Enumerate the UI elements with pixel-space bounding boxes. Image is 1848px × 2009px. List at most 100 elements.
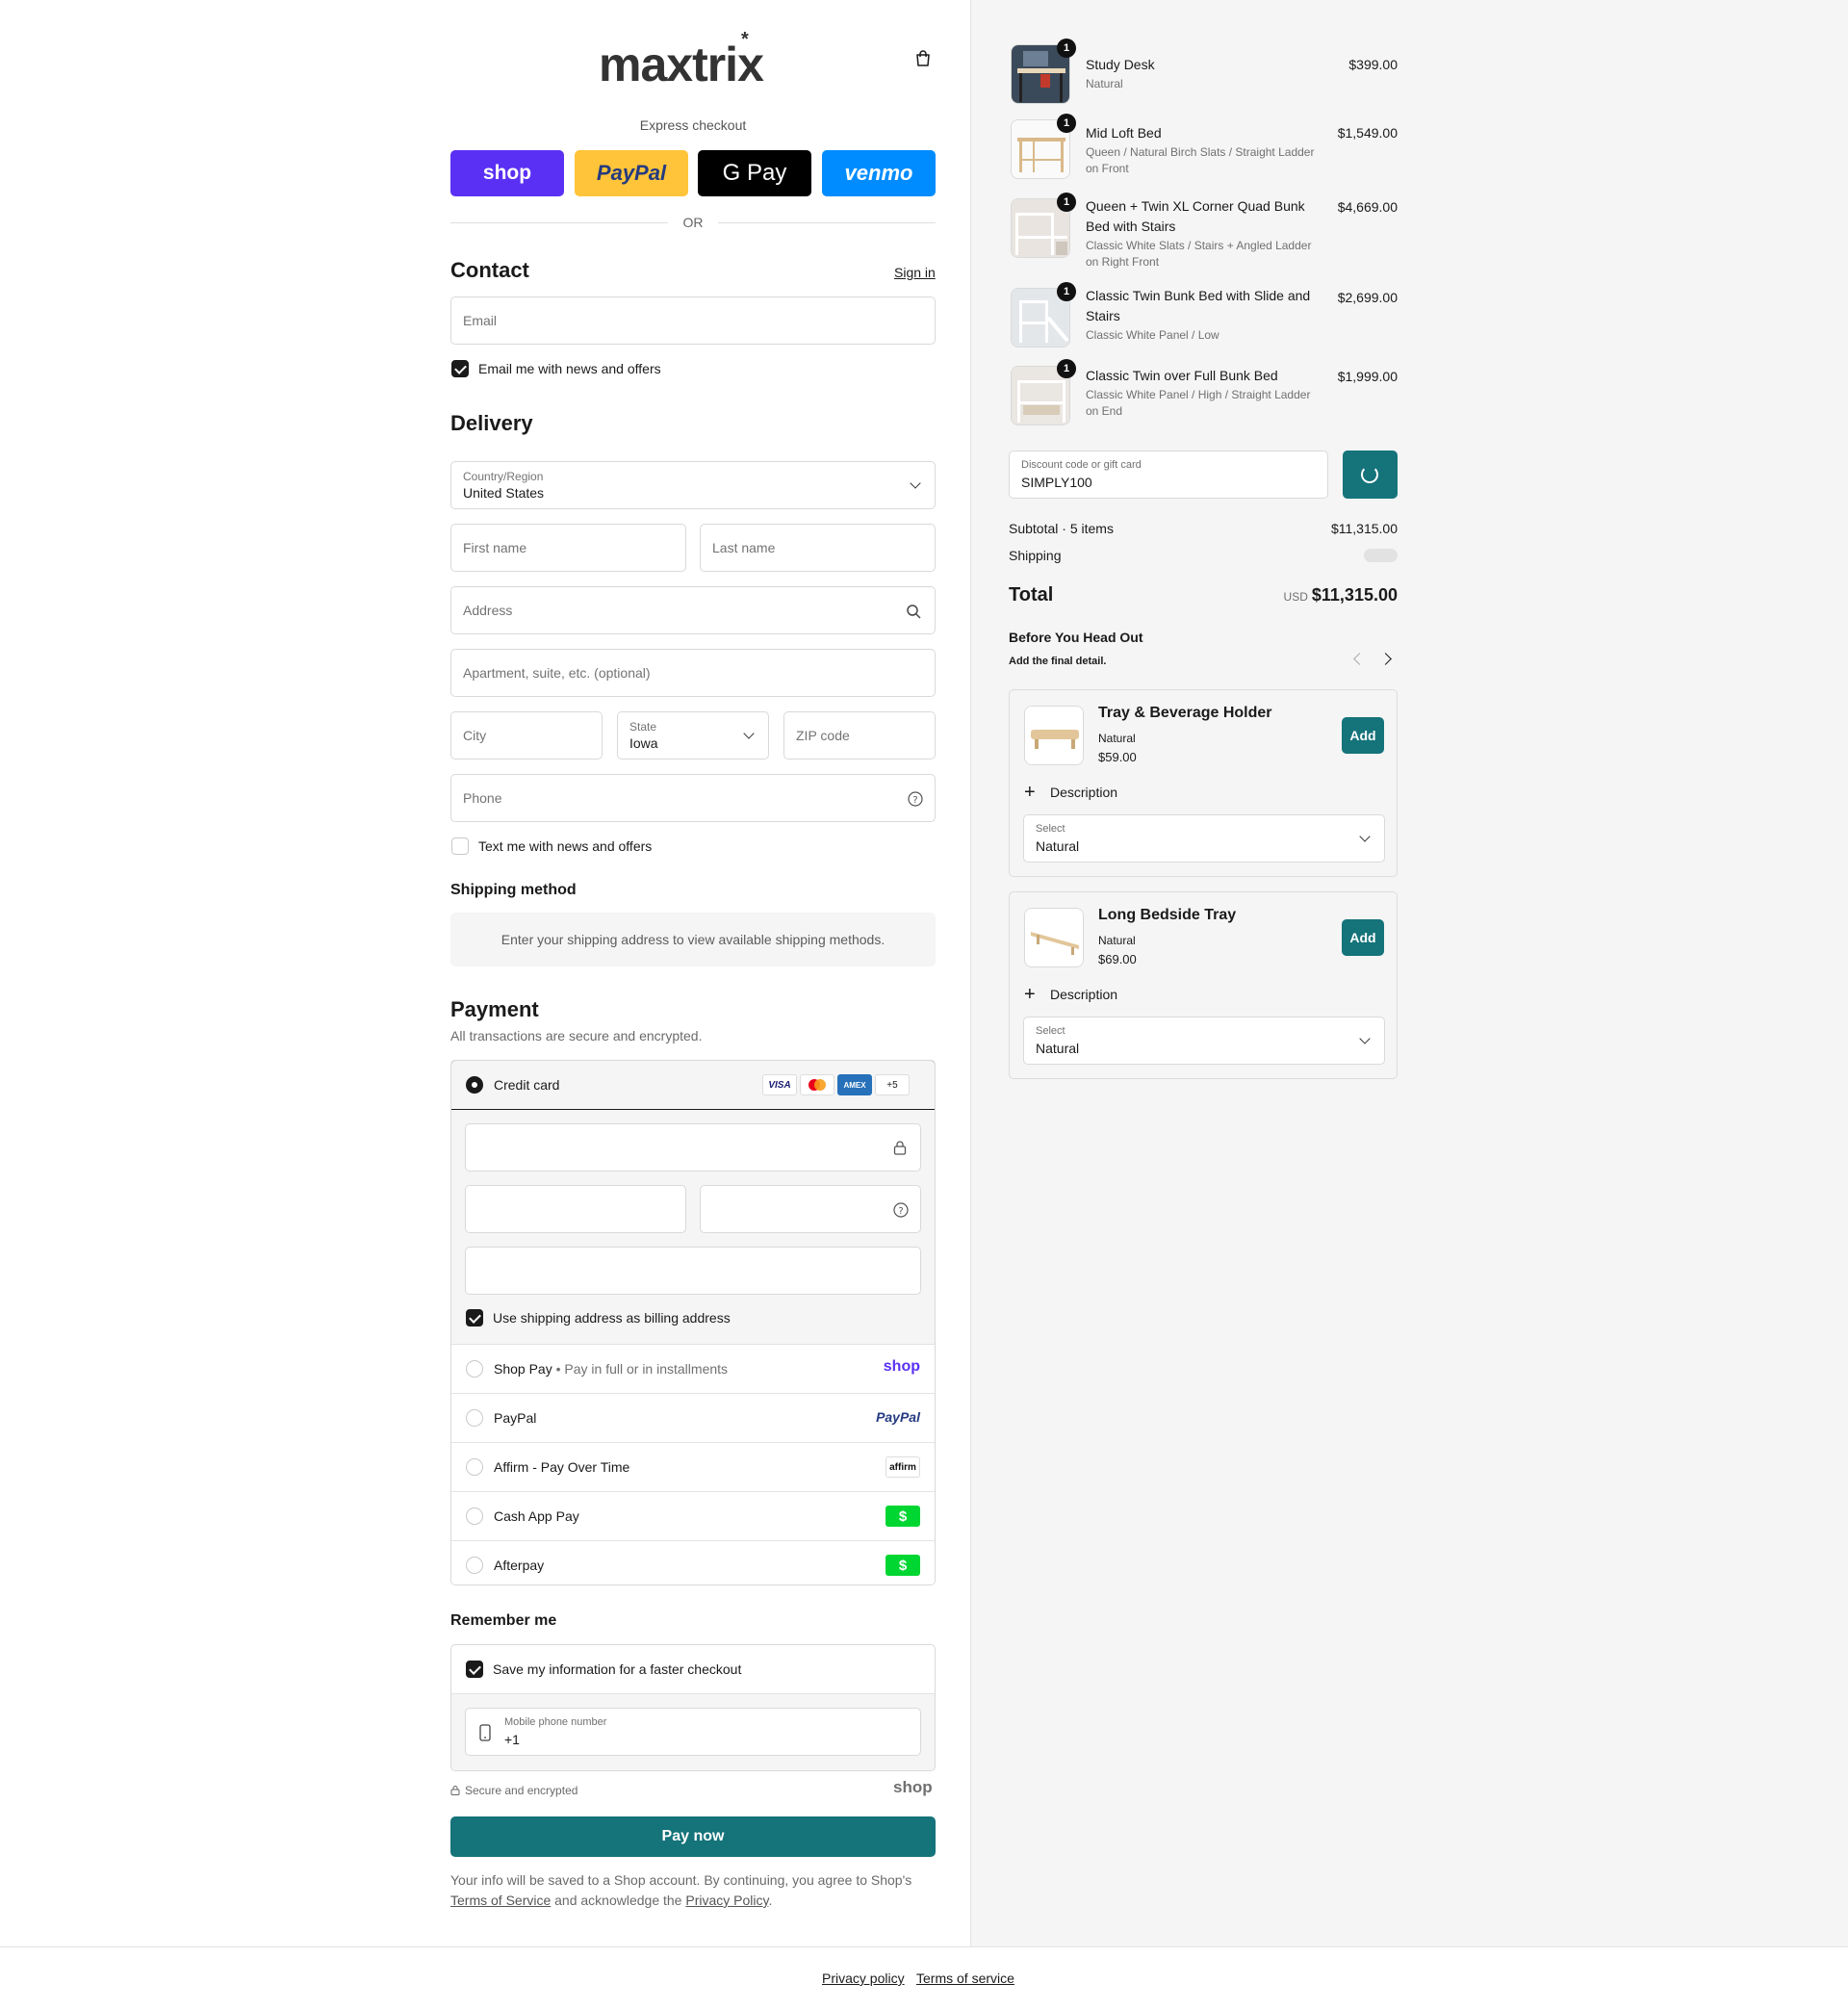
mobile-phone-field[interactable]: Mobile phone number +1 [465, 1708, 921, 1756]
maxtrix-logo[interactable]: maxtrix * [599, 29, 764, 92]
quantity-badge: 1 [1057, 359, 1076, 378]
name-on-card-field[interactable] [465, 1247, 921, 1295]
last-name-field[interactable]: Last name [700, 524, 936, 572]
upsell-product-price: $69.00 [1098, 952, 1137, 966]
select-label: Select [1036, 823, 1065, 835]
discount-code-field[interactable]: Discount code or gift card SIMPLY100 [1009, 451, 1328, 499]
privacy-policy-link[interactable]: Privacy Policy [685, 1893, 768, 1908]
cash-app-label: Cash App Pay [494, 1508, 579, 1524]
footer-terms-link[interactable]: Terms of service [916, 1970, 1014, 1986]
save-info-checkbox[interactable] [466, 1661, 483, 1678]
add-upsell-button[interactable]: Add [1342, 919, 1384, 956]
description-toggle[interactable]: Description [1050, 987, 1117, 1002]
state-select[interactable]: State Iowa [617, 711, 769, 760]
shop-pay-radio[interactable] [466, 1360, 483, 1378]
description-toggle[interactable]: Description [1050, 785, 1117, 800]
paypal-option[interactable]: PayPal PayPal [451, 1394, 935, 1443]
afterpay-label: Afterpay [494, 1558, 545, 1573]
payment-subtitle: All transactions are secure and encrypte… [450, 1028, 703, 1043]
shop-pay-logo: shop [883, 1358, 920, 1375]
sign-in-link[interactable]: Sign in [894, 265, 936, 280]
help-circle-icon[interactable]: ? [908, 791, 923, 807]
phone-field[interactable]: Phone ? [450, 774, 936, 822]
item-price: $4,669.00 [1337, 199, 1398, 215]
state-label: State [629, 720, 657, 734]
select-value: Natural [1036, 838, 1080, 854]
mobile-phone-value: +1 [504, 1732, 520, 1747]
secure-encrypted-text: Secure and encrypted [465, 1784, 578, 1797]
upsell-product-price: $59.00 [1098, 750, 1137, 764]
address-field[interactable]: Address [450, 586, 936, 634]
paypal-logo: PayPal [876, 1409, 920, 1425]
loading-spinner-icon [1361, 466, 1378, 483]
upsell-product-name: Long Bedside Tray [1098, 907, 1237, 923]
paypal-button[interactable]: PayPal [575, 150, 688, 196]
item-variant: Classic White Slats / Stairs + Angled La… [1086, 239, 1312, 269]
shop-pay-option[interactable]: Shop Pay • Pay in full or in installment… [451, 1345, 935, 1394]
expiration-date-field[interactable] [465, 1185, 686, 1233]
add-upsell-button[interactable]: Add [1342, 717, 1384, 754]
terms-of-service-link[interactable]: Terms of Service [450, 1893, 551, 1908]
shop-pay-button[interactable]: shop [450, 150, 564, 196]
email-news-checkbox[interactable] [451, 360, 469, 377]
upsell-product-name: Tray & Beverage Holder [1098, 705, 1272, 721]
plus-icon[interactable]: + [1024, 985, 1036, 1004]
delivery-heading: Delivery [450, 411, 533, 435]
mobile-phone-label: Mobile phone number [504, 1716, 607, 1728]
affirm-option[interactable]: Affirm - Pay Over Time affirm [451, 1443, 935, 1492]
remember-me-heading: Remember me [450, 1612, 557, 1629]
affirm-radio[interactable] [466, 1458, 483, 1476]
quantity-badge: 1 [1057, 193, 1076, 212]
discount-value: SIMPLY100 [1021, 475, 1092, 490]
variant-select[interactable]: Select Natural [1023, 1017, 1385, 1065]
first-name-field[interactable]: First name [450, 524, 686, 572]
country-label: Country/Region [463, 470, 544, 483]
credit-card-radio[interactable] [466, 1076, 483, 1094]
email-field[interactable]: Email [450, 296, 936, 345]
credit-card-option[interactable]: Credit card VISA AMEX +5 [451, 1061, 935, 1110]
upsell-product-card: Tray & Beverage Holder Natural $59.00 Ad… [1009, 689, 1398, 877]
cash-app-pay-option[interactable]: Cash App Pay $ [451, 1492, 935, 1541]
security-code-field[interactable]: ? [700, 1185, 921, 1233]
affirm-label: Affirm - Pay Over Time [494, 1459, 630, 1475]
text-news-checkbox[interactable] [451, 837, 469, 855]
afterpay-icon: $ [886, 1555, 920, 1576]
mastercard-icon [800, 1074, 834, 1095]
lock-icon [450, 1786, 460, 1795]
apply-discount-button[interactable] [1343, 451, 1398, 499]
credit-card-label: Credit card [494, 1077, 560, 1093]
total-value: $11,315.00 [1311, 585, 1398, 605]
shop-pay-label: Shop Pay • Pay in full or in installment… [494, 1361, 729, 1377]
search-icon [907, 605, 921, 619]
zip-field[interactable]: ZIP code [783, 711, 936, 760]
google-pay-button[interactable]: G Pay [698, 150, 811, 196]
card-number-field[interactable] [465, 1123, 921, 1172]
payment-methods: Credit card VISA AMEX +5 ? Use shipping … [450, 1060, 936, 1585]
variant-select[interactable]: Select Natural [1023, 814, 1385, 863]
afterpay-option[interactable]: Afterpay $ [451, 1541, 935, 1584]
cash-app-radio[interactable] [466, 1507, 483, 1525]
afterpay-radio[interactable] [466, 1557, 483, 1574]
item-variant: Classic White Panel / Low [1086, 328, 1219, 342]
state-value: Iowa [629, 735, 658, 751]
item-price: $1,549.00 [1337, 125, 1398, 141]
footer-privacy-link[interactable]: Privacy policy [822, 1970, 905, 1986]
express-checkout-label: Express checkout [639, 117, 747, 133]
help-circle-icon[interactable]: ? [893, 1202, 909, 1218]
shopping-bag-icon[interactable] [914, 50, 932, 67]
country-select[interactable]: Country/Region United States [450, 461, 936, 509]
city-field[interactable]: City [450, 711, 603, 760]
legal-text: and acknowledge the [551, 1893, 686, 1908]
product-thumbnail [1024, 706, 1084, 765]
paypal-radio[interactable] [466, 1409, 483, 1427]
billing-address-checkbox[interactable] [466, 1309, 483, 1326]
venmo-button[interactable]: venmo [822, 150, 936, 196]
shipping-label: Shipping [1009, 548, 1062, 563]
first-name-placeholder: First name [463, 540, 527, 555]
item-price: $1,999.00 [1337, 369, 1398, 384]
plus-icon[interactable]: + [1024, 783, 1036, 802]
apartment-field[interactable]: Apartment, suite, etc. (optional) [450, 649, 936, 697]
save-info-label: Save my information for a faster checkou… [493, 1661, 742, 1677]
currency-code: USD [1283, 590, 1308, 604]
pay-now-button[interactable]: Pay now [450, 1816, 936, 1857]
